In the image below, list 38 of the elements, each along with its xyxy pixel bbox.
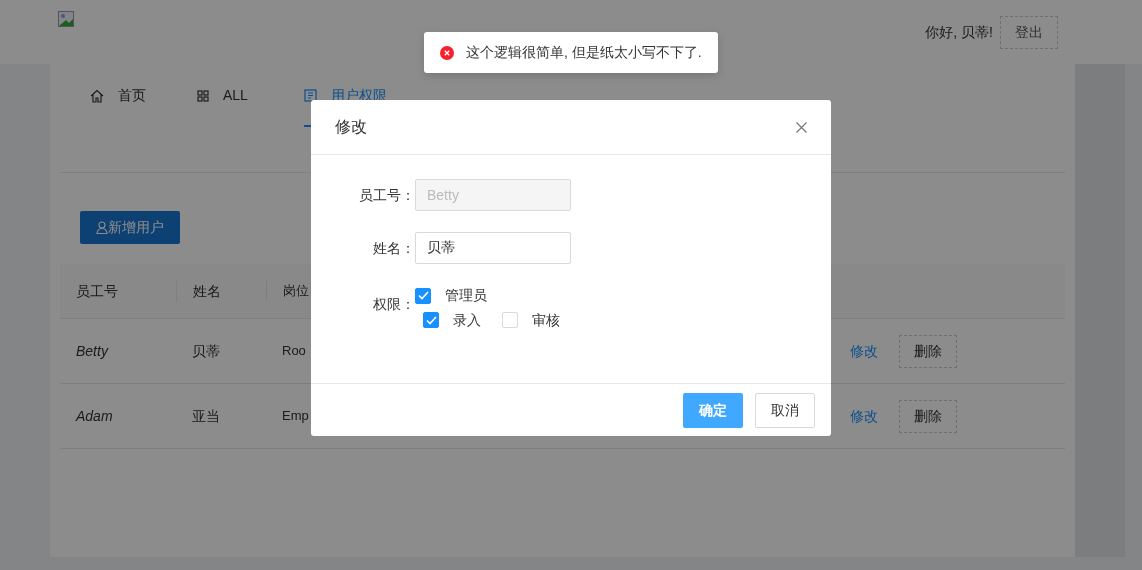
toast-message: 这个逻辑很简单, 但是纸太小写不下了. xyxy=(466,43,702,62)
broken-image-icon xyxy=(58,8,74,24)
field-label: 权限： xyxy=(372,295,415,314)
tab[interactable]: 首页 xyxy=(90,64,197,127)
confirm-button[interactable]: 确定 xyxy=(683,392,743,428)
add-user-button[interactable]: 新增用户 xyxy=(80,211,180,244)
cancel-button[interactable]: 取消 xyxy=(755,392,815,428)
table-cell-text: 贝蒂 xyxy=(191,341,221,361)
field-label: 员工号： xyxy=(358,185,415,205)
table-cell-text: 亚当 xyxy=(191,406,221,426)
error-icon xyxy=(440,45,454,60)
edit-link[interactable]: 修改 xyxy=(850,340,878,362)
user-icon xyxy=(96,221,108,234)
table-cell-text: Adam xyxy=(74,406,114,426)
checkbox-label: 录入 xyxy=(453,310,481,330)
field-label: 姓名： xyxy=(372,238,415,258)
dialog-title: 修改 xyxy=(335,117,367,137)
checkbox[interactable] xyxy=(415,287,431,304)
column-header: 姓名 xyxy=(176,280,266,302)
greeting-text: 你好, 贝蒂! xyxy=(925,22,993,42)
table-cell-text: Emp xyxy=(281,407,309,426)
tab[interactable]: ALL xyxy=(197,64,304,127)
close-icon[interactable] xyxy=(796,121,807,133)
grid-icon xyxy=(197,89,209,102)
table-cell-text: Roo xyxy=(281,342,306,361)
checkbox-label: 管理员 xyxy=(445,286,487,305)
document-icon xyxy=(304,89,317,102)
column-header: 岗位 xyxy=(266,281,309,301)
checkbox-label: 审核 xyxy=(532,310,560,330)
checkbox[interactable] xyxy=(423,312,439,328)
column-header: 员工号 xyxy=(75,281,119,301)
logout-button[interactable]: 登出 xyxy=(1000,15,1058,49)
delete-button[interactable]: 删除 xyxy=(899,334,957,368)
table-cell-text: Betty xyxy=(75,341,110,361)
home-icon xyxy=(90,88,104,103)
delete-button[interactable]: 删除 xyxy=(899,399,957,433)
edit-link[interactable]: 修改 xyxy=(850,405,878,427)
text-field[interactable]: 贝蒂 xyxy=(415,232,571,264)
